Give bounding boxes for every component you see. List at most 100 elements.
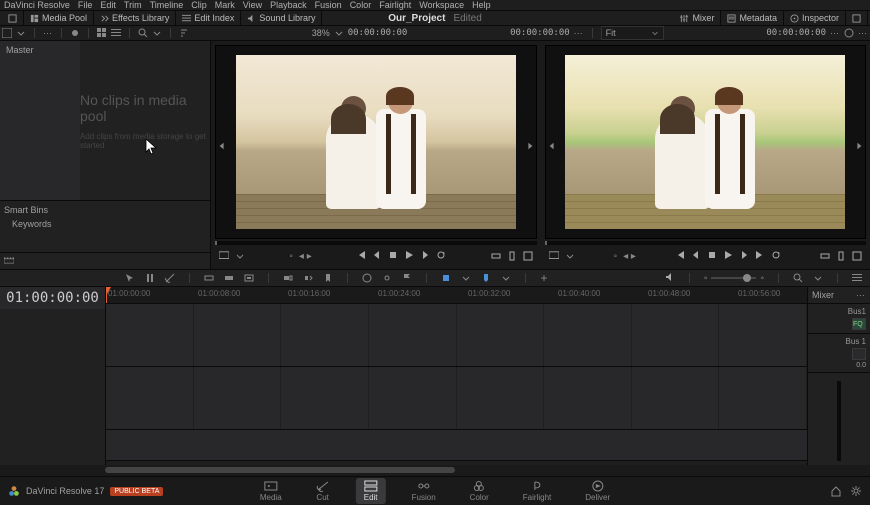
next-frame-button[interactable]	[739, 250, 749, 263]
next-still-icon[interactable]	[855, 142, 863, 150]
thumbnail-view-icon[interactable]	[97, 28, 107, 38]
insert-clip-icon[interactable]	[204, 273, 214, 283]
last-frame-button[interactable]	[755, 250, 765, 263]
snap-icon[interactable]	[441, 273, 451, 283]
play-button[interactable]	[723, 250, 733, 263]
add-track-icon[interactable]: +	[540, 271, 547, 285]
expand-right[interactable]	[846, 11, 868, 25]
trim-tool-icon[interactable]	[145, 273, 155, 283]
edit-index-toggle[interactable]: Edit Index	[176, 11, 241, 25]
loop-button[interactable]	[436, 250, 446, 263]
prev-frame-button[interactable]	[372, 250, 382, 263]
record-icon[interactable]	[70, 28, 80, 38]
playhead[interactable]	[106, 287, 107, 303]
sort-icon[interactable]	[179, 28, 189, 38]
arrow-tool-icon[interactable]	[125, 273, 135, 283]
prev-still-icon[interactable]	[218, 142, 226, 150]
viewer-options[interactable]: ⋯	[830, 28, 840, 39]
overwrite-icon[interactable]	[491, 251, 501, 261]
bin-tree[interactable]: Master	[0, 41, 80, 200]
zoom-pct[interactable]: 38%	[312, 28, 330, 38]
viewer-mode-icon[interactable]	[219, 251, 229, 261]
cut-page[interactable]: Cut	[308, 478, 338, 504]
insert-icon[interactable]	[836, 251, 846, 261]
menu-item[interactable]: Mark	[215, 0, 235, 10]
first-frame-button[interactable]	[356, 250, 366, 263]
chevron-down-icon[interactable]	[152, 28, 162, 38]
settings-icon[interactable]	[850, 485, 862, 497]
mark-icon[interactable]	[323, 273, 333, 283]
insert-icon[interactable]	[507, 251, 517, 261]
video-track[interactable]	[106, 367, 807, 430]
menu-item[interactable]: Fairlight	[379, 0, 411, 10]
timeline-tracks[interactable]: 01:00:00:00 01:00:08:00 01:00:16:00 01:0…	[106, 287, 807, 465]
loop-button[interactable]	[771, 250, 781, 263]
more-options[interactable]: ⋯	[858, 28, 868, 39]
flag-icon[interactable]	[402, 273, 412, 283]
deliver-page[interactable]: Deliver	[577, 478, 618, 504]
replace-clip-icon[interactable]	[244, 273, 254, 283]
link-icon[interactable]	[382, 273, 392, 283]
in-out-icon[interactable]: ◂ ▸	[299, 251, 312, 262]
menu-item[interactable]: Color	[350, 0, 372, 10]
match-frame-icon[interactable]: ◦	[289, 251, 293, 262]
timeline-ruler[interactable]: 01:00:00:00 01:00:08:00 01:00:16:00 01:0…	[106, 287, 807, 304]
ripple-icon[interactable]	[303, 273, 313, 283]
match-frame-icon[interactable]: ◦	[614, 251, 618, 262]
bus-1[interactable]: Bus1 FQ	[808, 304, 870, 334]
master-bin[interactable]: Master	[6, 45, 74, 55]
keywords-bin[interactable]: Keywords	[4, 219, 206, 229]
replace-icon[interactable]	[852, 251, 862, 261]
overwrite-clip-icon[interactable]	[224, 273, 234, 283]
effects-library-toggle[interactable]: Effects Library	[94, 11, 176, 25]
menu-item[interactable]: Timeline	[150, 0, 184, 10]
fairlight-page[interactable]: Fairlight	[515, 478, 559, 504]
blade-tool-icon[interactable]	[165, 273, 175, 283]
in-out-icon[interactable]: ◂ ▸	[623, 251, 636, 262]
first-frame-button[interactable]	[675, 250, 685, 263]
video-track[interactable]	[106, 304, 807, 367]
menu-item[interactable]: Workspace	[419, 0, 464, 10]
overwrite-icon[interactable]	[820, 251, 830, 261]
stop-button[interactable]	[388, 250, 398, 263]
fullscreen-toggle[interactable]	[2, 11, 24, 25]
timeline-options-icon[interactable]	[852, 273, 862, 283]
smart-bins-header[interactable]: Smart Bins	[4, 205, 206, 215]
chevron-down-icon[interactable]	[235, 251, 245, 261]
menu-item[interactable]: DaVinci Resolve	[4, 0, 70, 10]
play-button[interactable]	[404, 250, 414, 263]
list-view-icon[interactable]	[111, 28, 121, 38]
prev-still-icon[interactable]	[548, 142, 556, 150]
volume-fader[interactable]	[808, 373, 870, 465]
next-still-icon[interactable]	[526, 142, 534, 150]
mixer-options[interactable]: ⋯	[856, 290, 866, 301]
bypass-icon[interactable]	[844, 28, 854, 38]
source-scrub-bar[interactable]	[215, 241, 537, 245]
filmstrip-icon[interactable]	[4, 256, 14, 266]
view-options[interactable]: ⋯	[43, 28, 53, 39]
menu-item[interactable]: Fusion	[315, 0, 342, 10]
metadata-toggle[interactable]: Metadata	[721, 11, 784, 25]
viewer-mode-icon[interactable]	[549, 251, 559, 261]
chevron-down-icon[interactable]	[501, 273, 511, 283]
stop-button[interactable]	[707, 250, 717, 263]
bin-view-icon[interactable]	[2, 28, 12, 38]
menu-item[interactable]: Trim	[124, 0, 142, 10]
timeline-hscroll[interactable]	[0, 465, 870, 475]
chevron-down-icon[interactable]	[461, 273, 471, 283]
viewer-options[interactable]: ⋯	[574, 28, 584, 39]
timeline-timecode[interactable]: 01:00:00:00	[0, 287, 105, 309]
inspector-toggle[interactable]: Inspector	[784, 11, 846, 25]
next-frame-button[interactable]	[420, 250, 430, 263]
fusion-page[interactable]: Fusion	[404, 478, 444, 504]
chevron-down-icon[interactable]	[565, 251, 575, 261]
home-icon[interactable]	[830, 485, 842, 497]
menu-item[interactable]: Playback	[270, 0, 307, 10]
source-canvas[interactable]	[215, 45, 537, 239]
media-pool-content[interactable]: No clips in media pool Add clips from me…	[80, 41, 210, 200]
menu-item[interactable]: Edit	[100, 0, 116, 10]
fit-dropdown[interactable]: Fit	[601, 26, 664, 40]
menu-item[interactable]: Clip	[191, 0, 207, 10]
prev-frame-button[interactable]	[691, 250, 701, 263]
timeline-zoom[interactable]: ◦ ◦	[704, 273, 764, 284]
